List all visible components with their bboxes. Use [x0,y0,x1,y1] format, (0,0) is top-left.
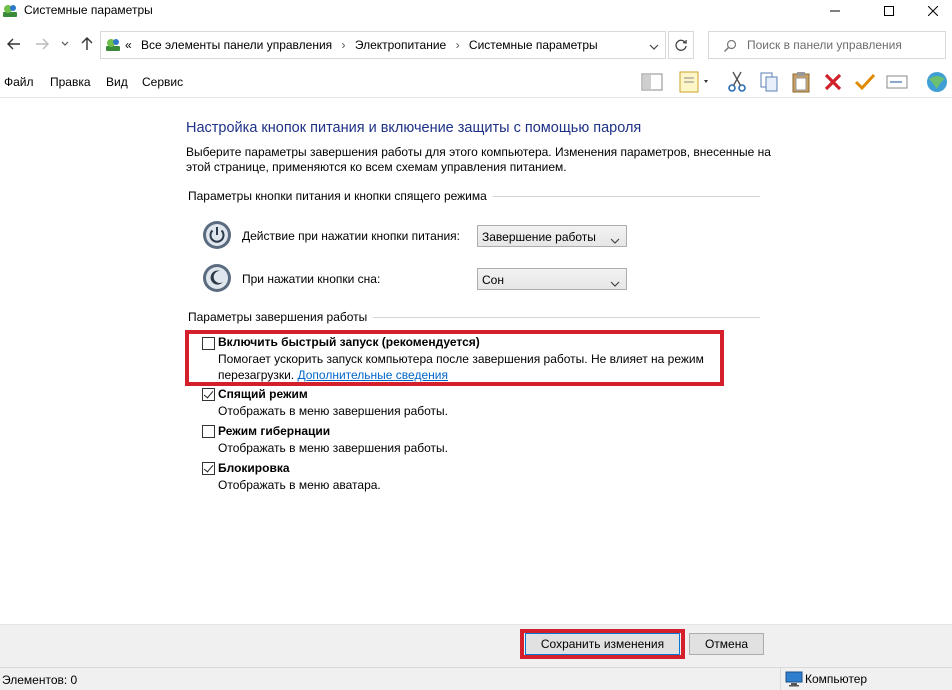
power-button-action-select[interactable]: Завершение работы [477,225,627,247]
computer-icon [785,671,803,690]
lock-option-description: Отображать в меню аватара. [218,478,381,492]
save-button-highlight [520,629,685,659]
close-button[interactable] [910,0,952,22]
fast-startup-highlight [185,330,724,386]
power-button-action-value: Завершение работы [482,230,596,244]
delete-icon[interactable] [820,69,846,95]
sleep-option-title: Спящий режим [218,387,308,401]
status-item-count: Элементов: 0 [2,673,78,687]
sleep-button-action-value: Сон [482,273,504,287]
address-bar[interactable]: « Все элементы панели управления › Элект… [100,31,666,59]
sleep-option-description: Отображать в меню завершения работы. [218,404,449,418]
menu-view[interactable]: Вид [106,75,128,89]
control-panel-app-icon [2,3,18,19]
chevron-down-icon[interactable] [649,39,659,53]
properties-icon[interactable] [676,69,712,95]
recent-locations-button[interactable] [58,34,72,54]
status-bar: Элементов: 0 Компьютер [0,667,952,690]
hibernate-option-title: Режим гибернации [218,424,331,438]
minimize-button[interactable] [812,0,858,22]
lock-checkbox[interactable] [202,462,215,475]
button-bar: Сохранить изменения Отмена [0,625,952,667]
breadcrumb-power-options[interactable]: Электропитание [355,38,446,52]
paste-icon[interactable] [788,69,814,95]
up-button[interactable] [77,34,97,54]
preview-pane-icon[interactable] [639,69,665,95]
address-row: « Все элементы панели управления › Элект… [0,28,952,62]
breadcrumb: « Все элементы панели управления › Элект… [125,38,604,52]
cancel-button[interactable]: Отмена [689,633,764,655]
window-title: Системные параметры [24,3,153,17]
power-button-icon [202,220,232,250]
back-button[interactable] [4,34,24,54]
sleep-button-action-select[interactable]: Сон [477,268,627,290]
refresh-button[interactable] [668,31,694,59]
maximize-button[interactable] [866,0,912,22]
page-description: Выберите параметры завершения работы для… [186,145,771,174]
status-location-label: Компьютер [805,672,868,686]
power-button-label: Действие при нажатии кнопки питания: [242,229,461,243]
breadcrumb-separator-icon[interactable]: › [342,38,346,52]
copy-icon[interactable] [756,69,782,95]
forward-button[interactable] [32,34,52,54]
checkmark-icon[interactable] [852,69,878,95]
sleep-button-icon [202,263,232,293]
main-content: Настройка кнопок питания и включение защ… [0,98,952,624]
status-location: Компьютер [780,668,952,690]
breadcrumb-separator-icon[interactable]: › [456,38,460,52]
breadcrumb-system-settings[interactable]: Системные параметры [469,38,598,52]
chevron-down-icon [610,233,620,247]
scissors-icon[interactable] [724,69,750,95]
page-title: Настройка кнопок питания и включение защ… [186,120,642,136]
hibernate-checkbox[interactable] [202,425,215,438]
sleep-button-label: При нажатии кнопки сна: [242,272,381,286]
search-icon [723,39,737,56]
search-box[interactable] [708,31,946,59]
hibernate-option-description: Отображать в меню завершения работы. [218,441,449,455]
menu-edit[interactable]: Правка [50,75,91,89]
breadcrumb-overflow[interactable]: « [125,38,132,52]
breadcrumb-all-items[interactable]: Все элементы панели управления [141,38,332,52]
search-input[interactable] [747,37,937,53]
chevron-down-icon [610,276,620,290]
menu-toolbar-row: Файл Правка Вид Сервис [0,66,952,98]
power-group-header: Параметры кнопки питания и кнопки спящег… [188,189,493,203]
shutdown-group-header: Параметры завершения работы [188,310,374,324]
control-panel-icon [105,37,121,53]
rename-icon[interactable] [884,69,910,95]
menu-service[interactable]: Сервис [142,75,183,89]
title-bar: Системные параметры [0,0,952,22]
globe-icon[interactable] [922,69,952,95]
lock-option-title: Блокировка [218,461,290,475]
menu-file[interactable]: Файл [4,75,34,89]
sleep-checkbox[interactable] [202,388,215,401]
